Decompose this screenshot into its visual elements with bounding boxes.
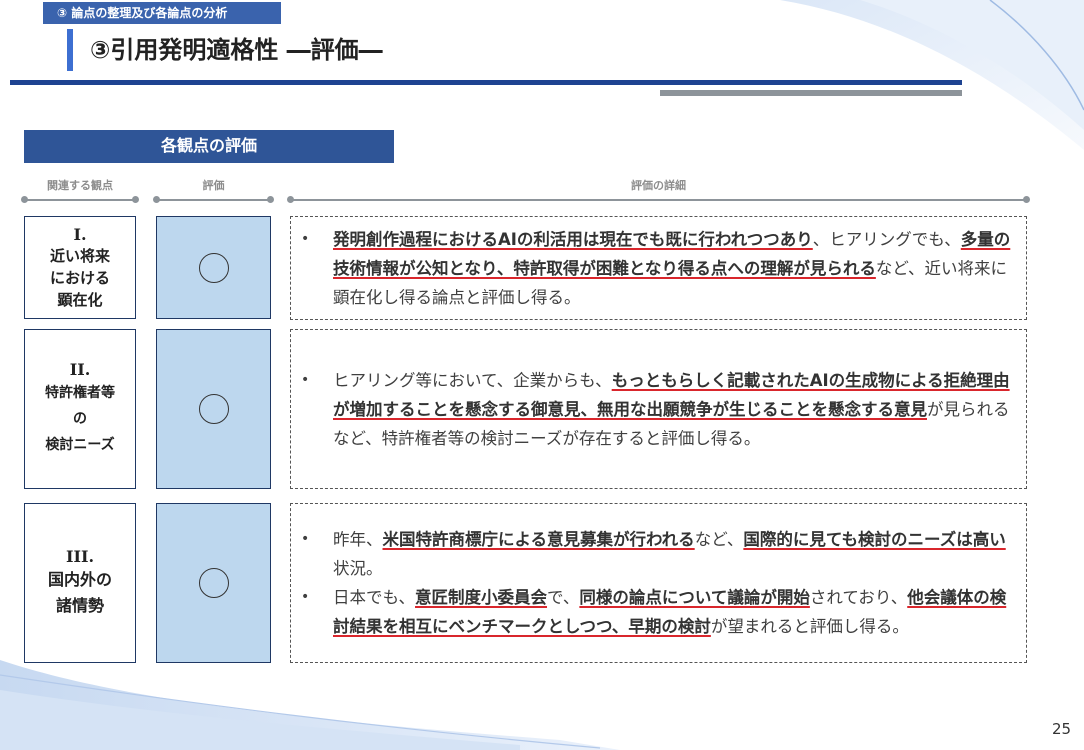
detail-bullet: • 日本でも、意匠制度小委員会で、同様の論点について議論が開始されており、他会議体…	[301, 583, 1014, 641]
aspect-number: I.	[73, 224, 87, 244]
circle-rating-icon	[198, 252, 229, 283]
aspect-name: 近い将来 における 顕在化	[49, 246, 110, 309]
column-line-rating	[153, 196, 274, 203]
aspect-name: 国内外の 諸情勢	[47, 570, 112, 615]
plain-text: など、	[694, 530, 744, 549]
evaluation-table-header: 各観点の評価	[24, 130, 394, 163]
rating-box: ○	[156, 503, 271, 663]
aspect-box-domestic-foreign: III. 国内外の 諸情勢	[24, 503, 136, 663]
bullet-text: 発明創作過程におけるAIの利活用は現在でも既に行われつつあり、ヒアリングでも、多…	[333, 225, 1014, 312]
bullet-icon: •	[301, 589, 310, 605]
rating-box: ○	[156, 329, 271, 489]
emphasized-text: 意匠制度小委員会	[415, 588, 548, 607]
detail-bullet: • ヒアリング等において、企業からも、もっともらしく記載されたAIの生成物による拒…	[301, 366, 1014, 453]
plain-text: ヒアリング等において、企業からも、	[333, 370, 612, 390]
detail-box: • 発明創作過程におけるAIの利活用は現在でも既に行われつつあり、ヒアリングでも、…	[290, 216, 1027, 320]
plain-text: 日本でも、	[333, 588, 416, 607]
title-underline	[10, 80, 962, 85]
plain-text: されており、	[809, 588, 908, 607]
emphasized-text: 国際的に見ても検討のニーズは高い	[743, 530, 1006, 549]
emphasized-text: 米国特許商標庁による意見募集が行われる	[382, 530, 695, 549]
emphasized-text: 同様の論点について議論が開始	[579, 588, 810, 607]
bullet-icon: •	[301, 371, 310, 388]
bullet-icon: •	[301, 531, 310, 547]
circle-rating-icon	[198, 394, 229, 424]
plain-text: で、	[547, 588, 580, 607]
detail-bullet: • 昨年、米国特許商標庁による意見募集が行われるなど、国際的に見ても検討のニーズは…	[301, 525, 1014, 583]
section-tag: ③ 論点の整理及び各論点の分析	[43, 2, 281, 24]
bullet-text: ヒアリング等において、企業からも、もっともらしく記載されたAIの生成物による拒絶…	[333, 366, 1014, 453]
column-label-rating: 評価	[202, 179, 225, 192]
aspect-box-patentee-needs: II. 特許権者等 の 検討ニーズ	[24, 329, 136, 489]
emphasized-text: 発明創作過程におけるAIの利活用は現在でも既に行われつつあり	[333, 229, 813, 249]
plain-text: 状況。	[333, 559, 383, 578]
detail-bullet: • 発明創作過程におけるAIの利活用は現在でも既に行われつつあり、ヒアリングでも、…	[301, 225, 1014, 312]
aspect-number: II.	[69, 360, 91, 379]
plain-text: が望まれると評価し得る。	[710, 617, 909, 636]
page-title: ③引用発明適格性 ―評価―	[90, 36, 383, 64]
aspect-name: 特許権者等 の 検討ニーズ	[45, 385, 115, 453]
bullet-icon: •	[301, 230, 310, 247]
bullet-text: 昨年、米国特許商標庁による意見募集が行われるなど、国際的に見ても検討のニーズは高…	[333, 525, 1014, 583]
column-label-detail: 評価の詳細	[631, 179, 686, 192]
plain-text: 昨年、	[333, 530, 383, 549]
detail-box: • ヒアリング等において、企業からも、もっともらしく記載されたAIの生成物による拒…	[290, 329, 1027, 489]
column-label-aspect: 関連する観点	[47, 179, 113, 192]
rating-box: ○	[156, 216, 271, 319]
title-accent-bar	[67, 29, 73, 71]
column-line-detail	[287, 196, 1030, 203]
detail-box: • 昨年、米国特許商標庁による意見募集が行われるなど、国際的に見ても検討のニーズは…	[290, 503, 1027, 663]
plain-text: 、ヒアリングでも、	[812, 229, 961, 249]
aspect-number: III.	[65, 547, 95, 566]
bullet-text: 日本でも、意匠制度小委員会で、同様の論点について議論が開始されており、他会議体の…	[333, 583, 1014, 641]
page-number: 25	[1052, 720, 1072, 738]
column-line-aspect	[21, 196, 139, 203]
aspect-box-near-future: I. 近い将来 における 顕在化	[24, 216, 136, 319]
title-sub-rule	[660, 90, 962, 96]
circle-rating-icon	[198, 568, 229, 598]
